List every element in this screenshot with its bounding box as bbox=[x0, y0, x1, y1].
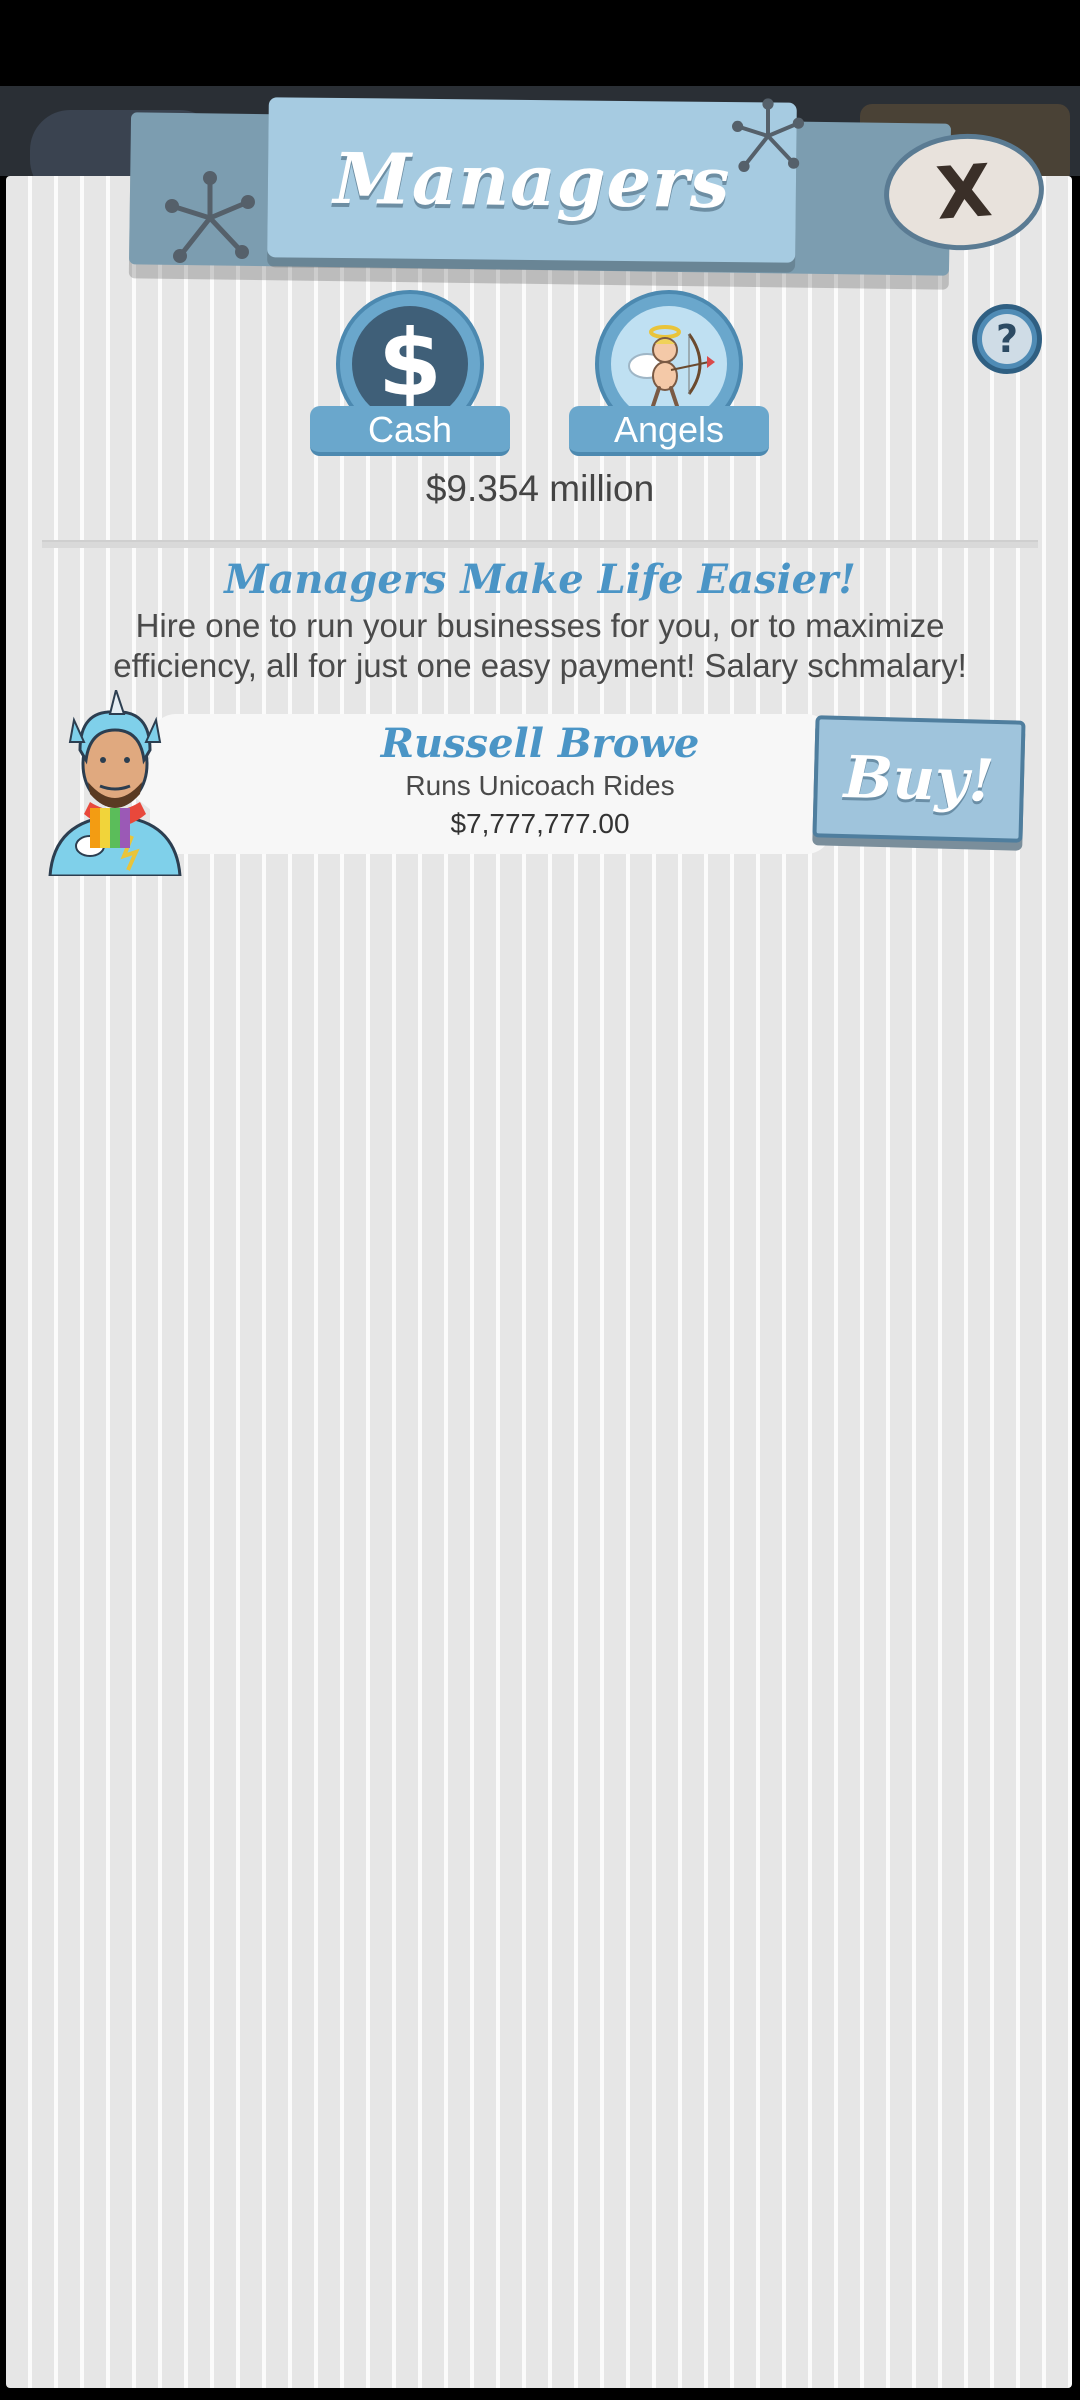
manager-role: Runs Unicoach Rides bbox=[405, 770, 675, 801]
cash-amount: $9.354 million bbox=[425, 468, 655, 509]
unicorn-hat-man-avatar bbox=[48, 690, 182, 876]
dollar-icon: $ bbox=[352, 306, 468, 422]
starburst-icon bbox=[165, 171, 255, 263]
close-icon: X bbox=[933, 148, 995, 236]
tagline-title: Managers Make Life Easier! bbox=[224, 556, 856, 603]
buy-button[interactable]: Buy! bbox=[812, 715, 1026, 843]
page-title: Managers bbox=[333, 136, 731, 224]
tagline-body: Hire one to run your businesses for you,… bbox=[113, 607, 967, 684]
tab-cash[interactable]: $ Cash bbox=[310, 290, 510, 456]
manager-price: $7,777,777.00 bbox=[450, 808, 630, 839]
tab-angels[interactable]: Angels bbox=[569, 290, 769, 456]
manager-name: Russell Browe bbox=[380, 720, 700, 767]
status-bar bbox=[0, 0, 1080, 86]
buy-label: Buy! bbox=[842, 743, 996, 815]
starburst-icon bbox=[732, 98, 804, 172]
header-title-plate: Managers bbox=[267, 97, 797, 263]
cupid-angel-icon bbox=[611, 306, 727, 422]
tab-label: Cash bbox=[310, 406, 510, 456]
tab-label: Angels bbox=[569, 406, 769, 456]
help-icon: ? bbox=[982, 314, 1032, 364]
help-button[interactable]: ? bbox=[972, 304, 1042, 374]
divider bbox=[42, 540, 1038, 548]
